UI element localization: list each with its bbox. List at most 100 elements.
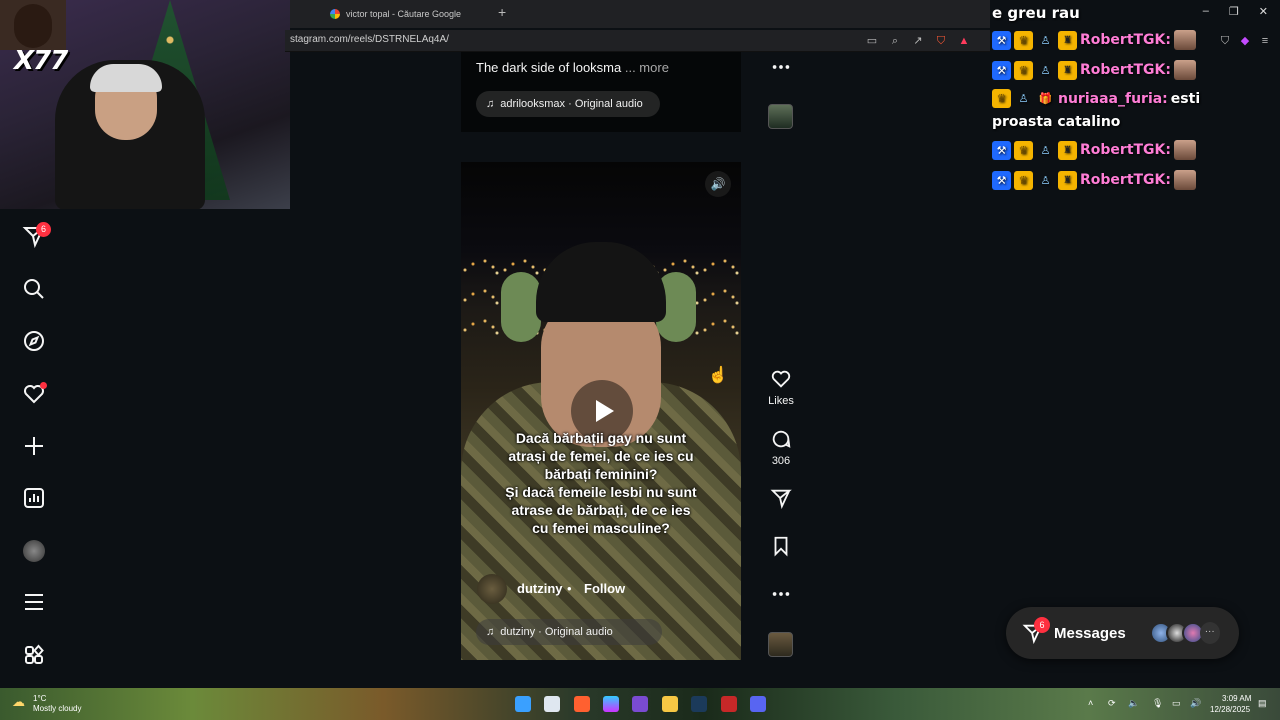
emote-icon xyxy=(1174,30,1196,50)
url-text[interactable]: stagram.com/reels/DSTRNELAq4A/ xyxy=(290,34,449,45)
person-badge-icon: ♙ xyxy=(1040,63,1051,77)
messages-badge: 6 xyxy=(1034,617,1050,633)
app-icon[interactable] xyxy=(632,696,648,712)
comments-count: 306 xyxy=(771,455,791,467)
plus-icon xyxy=(25,437,43,455)
google-icon xyxy=(330,9,340,19)
chat-username: nuriaaa_furia: xyxy=(1058,90,1168,107)
rewards-icon[interactable]: ▲ xyxy=(957,34,971,48)
cast-icon[interactable]: ▭ xyxy=(865,34,879,48)
send-icon xyxy=(770,489,792,509)
insights-button[interactable] xyxy=(20,484,48,512)
zoom-icon[interactable]: ⌕ xyxy=(888,34,902,48)
subtitle-line: atrași de femei, de ce ies cu xyxy=(508,448,694,464)
recent-contacts: ··· xyxy=(1149,622,1220,644)
tray-chevron-icon[interactable]: ˄ xyxy=(1088,698,1093,708)
browser-menu-icon[interactable]: ≡ xyxy=(1258,34,1272,48)
more-options-button[interactable] xyxy=(768,581,794,607)
insights-chart-icon xyxy=(24,488,44,508)
weather-condition[interactable]: Mostly cloudy xyxy=(33,704,81,713)
subtitle-line: atrase de bărbați, de ce ies xyxy=(511,502,691,518)
comment-icon xyxy=(772,430,791,448)
chat-username: RobertTGK: xyxy=(1080,142,1171,158)
chat-line: ⚒ ♛ ♙ ♜ RobertTGK: xyxy=(992,60,1212,80)
volume-icon[interactable]: 🔊 xyxy=(1190,698,1201,709)
weather-temperature[interactable]: 1°C xyxy=(33,694,46,703)
search-icon xyxy=(24,279,44,299)
audio-thumbnail[interactable] xyxy=(768,104,793,129)
notification-center-icon[interactable]: ▤ xyxy=(1258,698,1267,709)
clock-time[interactable]: 3:09 AM xyxy=(1222,694,1251,703)
file-explorer-icon[interactable] xyxy=(662,696,678,712)
likes-label: Likes xyxy=(768,395,794,407)
start-windows-icon[interactable] xyxy=(515,696,531,712)
subtitle-line: cu femei masculine? xyxy=(532,520,670,536)
chat-line: ⚒ ♛ ♙ ♜ RobertTGK: xyxy=(992,170,1212,190)
explore-button[interactable] xyxy=(20,327,48,355)
share-icon[interactable]: ↗ xyxy=(911,34,925,48)
follow-button[interactable]: Follow xyxy=(584,581,625,596)
streamer-webcam xyxy=(0,0,290,209)
sync-icon[interactable]: ⟳ xyxy=(1108,698,1116,709)
share-button[interactable] xyxy=(768,485,794,511)
brave-browser-icon[interactable] xyxy=(574,696,590,712)
vpn-shield-icon[interactable]: ⛉ xyxy=(1218,34,1232,48)
microphone-icon[interactable]: 🎙 xyxy=(1152,698,1163,709)
speaker-tray-icon[interactable]: 🔈 xyxy=(1128,698,1139,709)
comment-button[interactable] xyxy=(768,426,794,452)
author-avatar[interactable] xyxy=(477,574,507,604)
music-note-icon: ♫ xyxy=(486,626,495,638)
profile-avatar[interactable] xyxy=(23,540,45,562)
window-controls: – ❐ ✕ xyxy=(1190,5,1280,21)
create-button[interactable] xyxy=(20,432,48,460)
notification-dot xyxy=(40,382,47,389)
close-icon[interactable]: ✕ xyxy=(1259,5,1268,21)
shield-app-icon[interactable] xyxy=(721,696,737,712)
earmuff-left xyxy=(501,272,541,342)
brave-shield-icon[interactable]: ⛉ xyxy=(934,34,948,48)
subtitle-line: Și dacă femeile lesbi nu sunt xyxy=(505,484,697,500)
explore-icon xyxy=(24,331,44,351)
audio-pill[interactable]: ♫ dutziny · Original audio xyxy=(476,619,662,645)
messages-label: Messages xyxy=(1054,624,1126,642)
subtitle-line: bărbați feminini? xyxy=(544,466,658,482)
crown-badge-icon: ♛ xyxy=(1014,30,1033,50)
messages-button[interactable]: Messages ··· xyxy=(1006,607,1239,659)
reel-caption: The dark side of looksma ... more xyxy=(476,60,669,75)
wallet-icon[interactable]: ◆ xyxy=(1238,34,1252,48)
browser-tab[interactable]: victor topal - Căutare Google xyxy=(330,4,490,24)
audio-pill[interactable]: ♫ adrilooksmax · Original audio xyxy=(476,91,660,117)
maximize-icon[interactable]: ❐ xyxy=(1229,5,1239,21)
emote-icon xyxy=(1174,140,1196,160)
more-options-button[interactable] xyxy=(768,54,794,80)
moderator-badge-icon: ⚒ xyxy=(992,30,1011,50)
tier-badge-icon: ♜ xyxy=(1058,170,1077,190)
task-view-icon[interactable] xyxy=(544,696,560,712)
volume-button[interactable]: 🔊 xyxy=(705,171,731,197)
apps-grid-icon xyxy=(25,644,44,664)
audio-thumbnail[interactable] xyxy=(768,632,793,657)
like-button[interactable] xyxy=(768,366,794,392)
more-dots-icon xyxy=(772,65,790,69)
copilot-icon[interactable] xyxy=(603,696,619,712)
music-note-icon: ♫ xyxy=(486,98,495,110)
minimize-icon[interactable]: – xyxy=(1203,5,1209,21)
moderator-badge-icon: ⚒ xyxy=(992,60,1011,80)
search-button[interactable] xyxy=(20,275,48,303)
person-badge-icon: ♙ xyxy=(1040,33,1051,47)
caption-more-link[interactable]: ... more xyxy=(625,60,669,75)
new-tab-button[interactable]: + xyxy=(498,4,506,20)
clock-date[interactable]: 12/28/2025 xyxy=(1210,705,1250,714)
steam-icon[interactable] xyxy=(691,696,707,712)
also-from-meta-button[interactable] xyxy=(20,641,48,669)
more-menu-button[interactable] xyxy=(20,588,48,616)
moderator-badge-icon: ⚒ xyxy=(992,170,1011,190)
hand-cursor-icon: ☝ xyxy=(708,367,728,384)
weather-cloud-icon[interactable]: ☁ xyxy=(12,694,28,710)
save-button[interactable] xyxy=(768,533,794,559)
streamer-headphones xyxy=(90,64,162,92)
person-badge-icon: ♙ xyxy=(1018,92,1029,105)
network-icon[interactable]: ▭ xyxy=(1172,698,1181,709)
discord-icon[interactable] xyxy=(750,696,766,712)
author-username[interactable]: dutziny xyxy=(517,581,563,596)
